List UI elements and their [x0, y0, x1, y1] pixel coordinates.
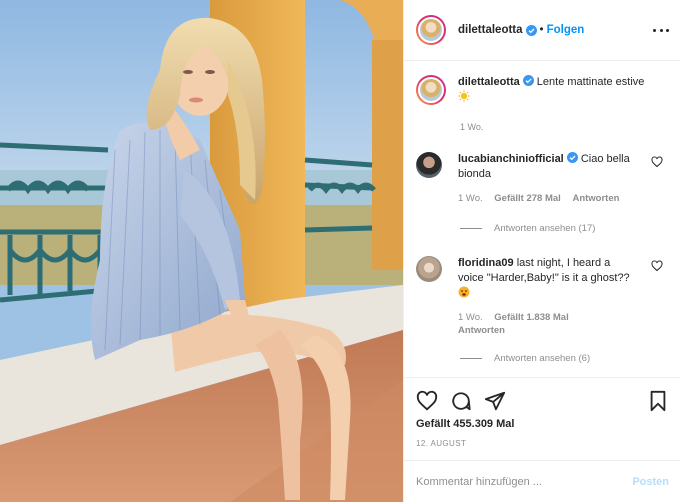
angry-face-emoji-icon — [458, 286, 470, 298]
post-photo[interactable] — [0, 0, 403, 502]
comment-username[interactable]: floridina09 — [458, 257, 514, 269]
replies-divider-line — [460, 358, 482, 359]
follow-button[interactable]: Folgen — [547, 24, 585, 36]
bookmark-icon[interactable] — [647, 390, 669, 412]
separator-dot: • — [539, 24, 544, 36]
like-comment-heart-icon[interactable] — [651, 260, 663, 272]
reply-button[interactable]: Antworten — [458, 325, 505, 336]
share-plane-icon[interactable] — [484, 390, 506, 412]
post-caption: dilettaleotta Lente mattinate estive 1 W… — [416, 75, 671, 132]
sun-emoji-icon — [458, 90, 470, 102]
author-info: dilettaleotta • Folgen — [458, 24, 584, 36]
author-avatar[interactable] — [416, 15, 446, 45]
comment-likes[interactable]: Gefällt 278 Mal — [494, 193, 561, 204]
replies-divider-line — [460, 228, 482, 229]
caption-avatar[interactable] — [416, 75, 446, 105]
caption-text-block: dilettaleotta Lente mattinate estive — [458, 75, 663, 105]
commenter-avatar[interactable] — [416, 256, 442, 282]
post-date: 12. AUGUST — [416, 439, 467, 448]
post-comment-button[interactable]: Posten — [632, 476, 669, 488]
like-heart-icon[interactable] — [416, 390, 438, 412]
verified-badge-icon — [522, 75, 534, 86]
view-replies-label[interactable]: Antworten ansehen (6) — [494, 353, 590, 364]
reply-button[interactable]: Antworten — [572, 193, 619, 204]
more-options-icon[interactable] — [653, 22, 669, 38]
post-header: dilettaleotta • Folgen — [404, 0, 680, 61]
verified-badge-icon — [566, 152, 578, 163]
view-replies-link[interactable]: Antworten ansehen (6) — [460, 353, 590, 364]
verified-badge-icon — [525, 24, 537, 36]
comment-body: floridina09 last night, I heard a voice … — [458, 256, 638, 337]
post-side-panel: dilettaleotta • Folgen dilettaleotta Len… — [403, 0, 680, 502]
comment-item: lucabianchiniofficial Ciao bella bionda … — [416, 152, 671, 205]
photo-illustration — [0, 0, 403, 502]
comment-time: 1 Wo. — [458, 312, 483, 323]
instagram-post-view: dilettaleotta • Folgen dilettaleotta Len… — [0, 0, 680, 502]
comment-username[interactable]: lucabianchiniofficial — [458, 153, 564, 165]
comment-bubble-icon[interactable] — [450, 390, 472, 412]
caption-username[interactable]: dilettaleotta — [458, 76, 520, 88]
like-comment-heart-icon[interactable] — [651, 156, 663, 168]
comment-item: floridina09 last night, I heard a voice … — [416, 256, 671, 337]
post-like-count[interactable]: Gefällt 455.309 Mal — [416, 418, 514, 430]
comment-likes[interactable]: Gefällt 1.838 Mal — [494, 312, 568, 323]
comment-composer: Posten — [404, 460, 680, 502]
caption-time: 1 Wo. — [460, 122, 484, 132]
comment-meta: 1 Wo. Gefällt 1.838 Mal Antworten — [458, 311, 638, 337]
author-username[interactable]: dilettaleotta — [458, 24, 523, 36]
caption-text: Lente mattinate estive — [536, 76, 645, 88]
view-replies-link[interactable]: Antworten ansehen (17) — [460, 223, 595, 234]
comment-body: lucabianchiniofficial Ciao bella bionda … — [458, 152, 638, 205]
comment-input[interactable] — [416, 475, 633, 488]
view-replies-label[interactable]: Antworten ansehen (17) — [494, 223, 595, 234]
comment-time: 1 Wo. — [458, 193, 483, 204]
commenter-avatar[interactable] — [416, 152, 442, 178]
comment-meta: 1 Wo. Gefällt 278 Mal Antworten — [458, 192, 638, 205]
